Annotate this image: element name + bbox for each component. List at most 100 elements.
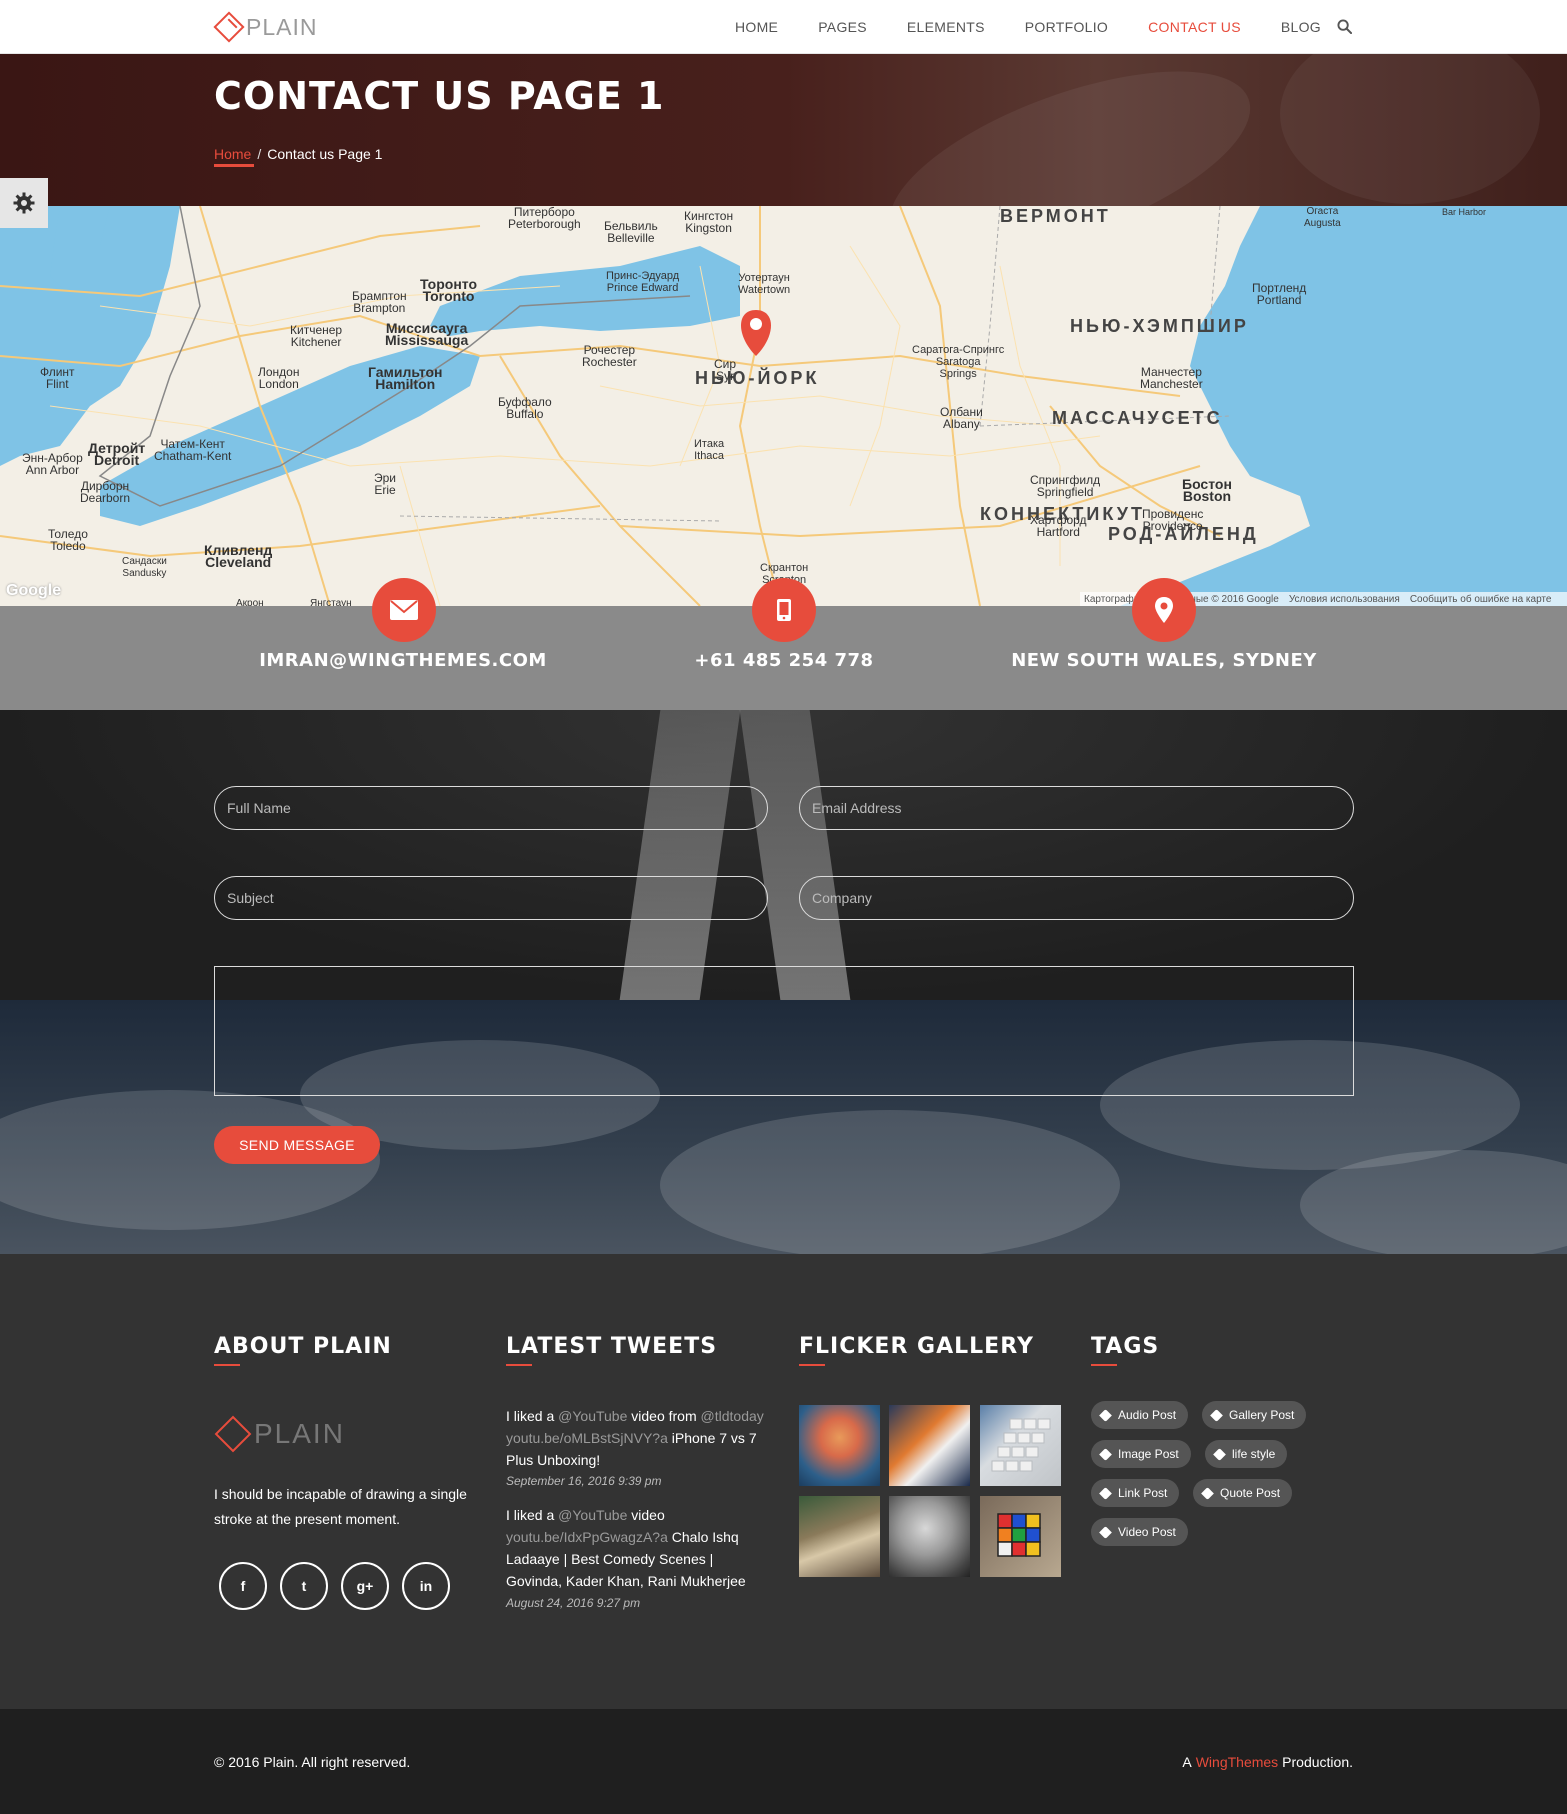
map-label-town: Акрон bbox=[236, 598, 264, 606]
map-terms-link[interactable]: Условия использования bbox=[1289, 594, 1400, 605]
nav-blog[interactable]: BLOG bbox=[1281, 19, 1321, 35]
copyright-text: © 2016 Plain. All right reserved. bbox=[214, 1754, 411, 1770]
tweet-mention-link[interactable]: @YouTube bbox=[558, 1408, 627, 1424]
map-pin-icon bbox=[1155, 597, 1173, 623]
logo-text: PLAIN bbox=[246, 13, 318, 40]
tag-icon bbox=[1201, 1486, 1214, 1500]
map-label-town: Энн-Арбор Ann Arbor bbox=[22, 451, 83, 477]
tag-image-post[interactable]: Image Post bbox=[1091, 1440, 1191, 1468]
title-underline bbox=[214, 164, 254, 167]
map-label-town: Чатем-Кент Chatham-Kent bbox=[154, 437, 232, 463]
gallery-thumbnail[interactable] bbox=[799, 1405, 880, 1486]
breadcrumb-current: Contact us Page 1 bbox=[267, 146, 383, 162]
address-contact-icon bbox=[1132, 578, 1196, 642]
gallery-thumbnail[interactable] bbox=[889, 1405, 970, 1486]
full-name-field[interactable]: Full Name bbox=[214, 786, 768, 830]
tag-label: Quote Post bbox=[1220, 1486, 1281, 1500]
breadcrumb: Home / Contact us Page 1 bbox=[214, 146, 382, 162]
tag-icon bbox=[1210, 1408, 1223, 1422]
page-header: CONTACT US PAGE 1 Home / Contact us Page… bbox=[0, 54, 1567, 206]
message-textarea[interactable] bbox=[214, 966, 1354, 1096]
settings-panel-toggle[interactable] bbox=[0, 178, 48, 228]
tweet-mention-link[interactable]: @YouTube bbox=[558, 1507, 627, 1523]
tag-label: Gallery Post bbox=[1229, 1408, 1295, 1422]
gallery-thumbnail[interactable] bbox=[980, 1496, 1061, 1577]
tag-audio-post[interactable]: Audio Post bbox=[1091, 1401, 1189, 1429]
gear-icon bbox=[13, 192, 35, 214]
map-label-city: Детройт Detroit bbox=[88, 440, 146, 468]
google-plus-icon[interactable]: g+ bbox=[341, 1562, 389, 1610]
nav-portfolio[interactable]: PORTFOLIO bbox=[1025, 19, 1108, 35]
map-label-city: Кливленд Cleveland bbox=[204, 542, 273, 570]
heading-underline bbox=[799, 1364, 825, 1366]
tweet-url-link[interactable]: youtu.be/IdxPpGwagzA?a bbox=[506, 1529, 668, 1545]
heading-underline bbox=[506, 1364, 532, 1366]
map-label-town: Манчестер Manchester bbox=[1140, 365, 1203, 391]
nav-pages[interactable]: PAGES bbox=[818, 19, 867, 35]
tag-icon bbox=[1213, 1447, 1226, 1461]
keyboard-image bbox=[991, 1418, 1051, 1472]
map-label-town: Толедо Toledo bbox=[48, 527, 88, 553]
gallery-thumbnail[interactable] bbox=[889, 1496, 970, 1577]
tweet-mention-link[interactable]: @tldtoday bbox=[701, 1408, 764, 1424]
nav-contact-us[interactable]: CONTACT US bbox=[1148, 19, 1241, 35]
tag-label: Link Post bbox=[1118, 1486, 1168, 1500]
tag-icon bbox=[1099, 1408, 1112, 1422]
tag-quote-post[interactable]: Quote Post bbox=[1193, 1479, 1293, 1507]
facebook-icon[interactable]: f bbox=[219, 1562, 267, 1610]
tweet-item: I liked a @YouTube video youtu.be/IdxPpG… bbox=[506, 1504, 768, 1592]
company-field[interactable]: Company bbox=[799, 876, 1354, 920]
map-label-town: Эри Erie bbox=[374, 471, 397, 497]
map-label-state: ВЕРМОНТ bbox=[1000, 206, 1111, 226]
google-logo: Google bbox=[6, 582, 62, 599]
gallery-thumbnail[interactable] bbox=[980, 1405, 1061, 1486]
map-marker bbox=[741, 310, 771, 356]
map-label-town: Саратога-Спрингс Saratoga Springs bbox=[912, 344, 1005, 380]
map-label-town: Рочестер Rochester bbox=[582, 343, 637, 369]
email-field[interactable]: Email Address bbox=[799, 786, 1354, 830]
tag-video-post[interactable]: Video Post bbox=[1091, 1518, 1188, 1546]
map-label-town: Кингстон Kingston bbox=[684, 209, 734, 235]
gallery-thumbnail[interactable] bbox=[799, 1496, 880, 1577]
tag-link-post[interactable]: Link Post bbox=[1091, 1479, 1180, 1507]
contact-email[interactable]: IMRAN@WINGTHEMES.COM bbox=[213, 650, 593, 671]
map-label-city: Миссисауга Mississauga bbox=[385, 320, 469, 348]
location-map[interactable]: ВЕРМОНТ НЬЮ-ХЭМПШИР НЬЮ-ЙОРК МАССАЧУСЕТС… bbox=[0, 206, 1567, 606]
breadcrumb-home-link[interactable]: Home bbox=[214, 146, 251, 162]
hero-background-shape bbox=[1280, 54, 1540, 204]
contact-phone[interactable]: +61 485 254 778 bbox=[594, 650, 974, 671]
map-label-town: Уотертаун Watertown bbox=[738, 272, 791, 296]
tag-gallery-post[interactable]: Gallery Post bbox=[1202, 1401, 1307, 1429]
breadcrumb-separator: / bbox=[257, 146, 262, 162]
map-label-town: Сандаски Sandusky bbox=[122, 556, 167, 579]
map-label-town: Дирборн Dearborn bbox=[80, 479, 131, 505]
tweet-url-link[interactable]: youtu.be/oMLBstSjNVY?a bbox=[506, 1430, 668, 1446]
credit-prefix: A bbox=[1182, 1754, 1192, 1770]
site-logo[interactable]: PLAIN bbox=[213, 11, 318, 43]
map-label-city: Торонто Toronto bbox=[420, 276, 478, 304]
tag-icon bbox=[1099, 1447, 1112, 1461]
send-message-button[interactable]: SEND MESSAGE bbox=[214, 1126, 380, 1164]
map-label-town: Олбани Albany bbox=[940, 405, 983, 431]
tweet-date: September 16, 2016 9:39 pm bbox=[506, 1474, 662, 1488]
footer-logo[interactable]: PLAIN bbox=[214, 1415, 345, 1453]
search-icon[interactable] bbox=[1337, 19, 1352, 34]
map-label-state: НЬЮ-ХЭМПШИР bbox=[1070, 316, 1249, 336]
tag-life-style[interactable]: life style bbox=[1205, 1440, 1288, 1468]
heading-underline bbox=[214, 1364, 240, 1366]
tweet-text: I liked a bbox=[506, 1408, 559, 1424]
subject-field[interactable]: Subject bbox=[214, 876, 768, 920]
wingthemes-link[interactable]: WingThemes bbox=[1196, 1754, 1278, 1770]
map-label-town: Буффало Buffalo bbox=[498, 395, 552, 421]
tag-label: Image Post bbox=[1118, 1447, 1179, 1461]
map-label-town: Хартфорд Hartford bbox=[1030, 513, 1087, 539]
map-label-town: Портленд Portland bbox=[1252, 281, 1307, 307]
cloud bbox=[660, 1110, 1120, 1254]
tweet-text: video bbox=[627, 1507, 665, 1523]
map-report-link[interactable]: Сообщить об ошибке на карте bbox=[1410, 594, 1552, 605]
nav-elements[interactable]: ELEMENTS bbox=[907, 19, 985, 35]
linkedin-icon[interactable]: in bbox=[402, 1562, 450, 1610]
nav-home[interactable]: HOME bbox=[735, 19, 778, 35]
map-label-town: Сир Syr bbox=[714, 357, 737, 383]
twitter-icon[interactable]: t bbox=[280, 1562, 328, 1610]
